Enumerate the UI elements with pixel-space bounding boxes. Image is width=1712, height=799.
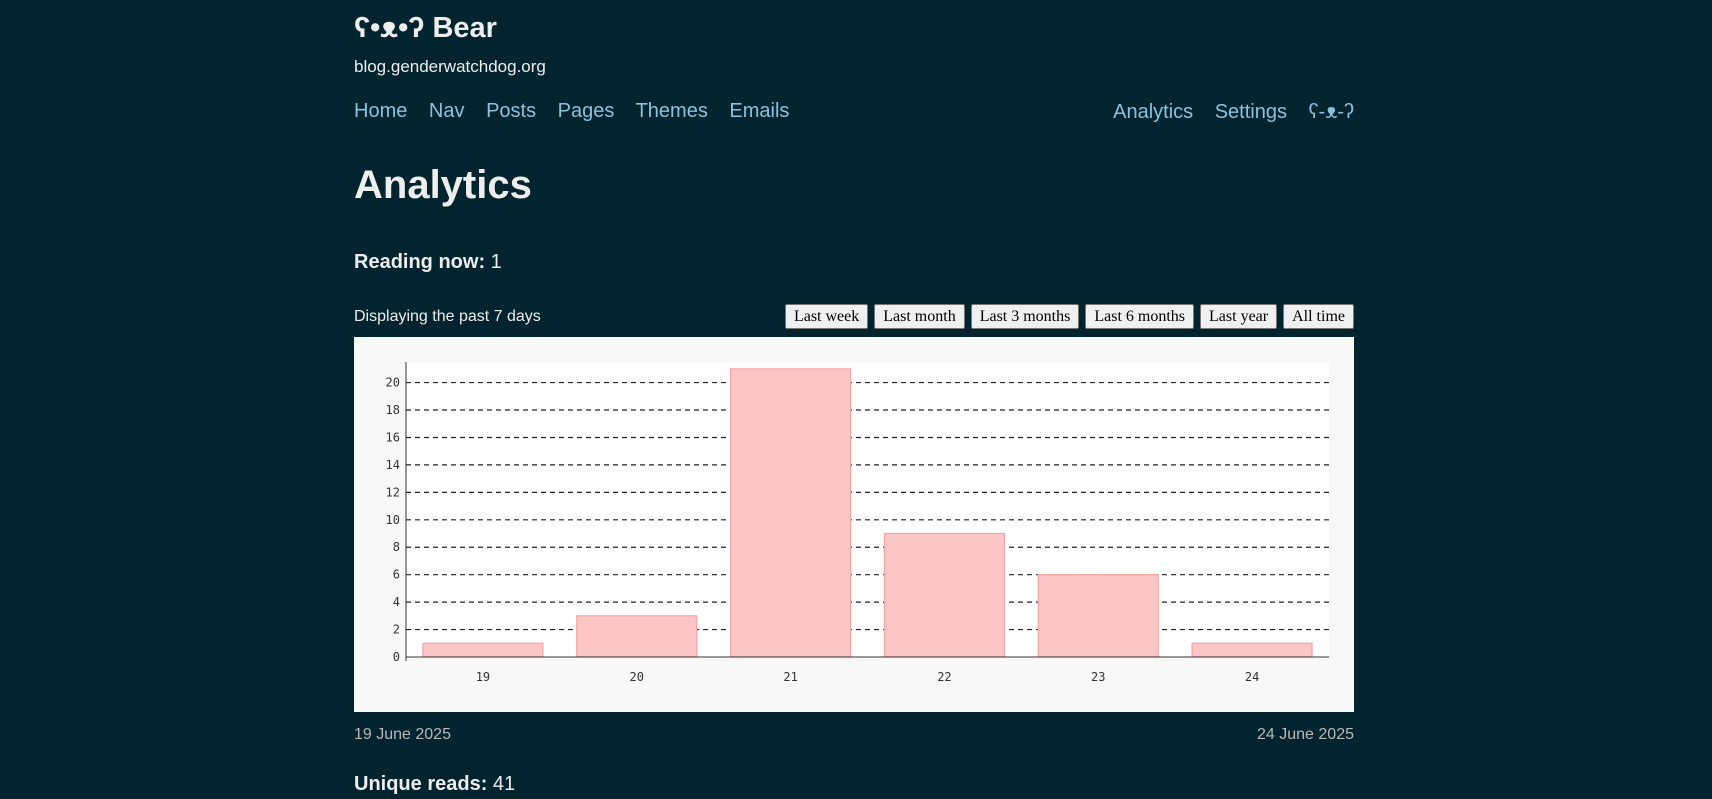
nav-account-link[interactable]: ʕ-ᴥ-ʔ <box>1309 101 1354 123</box>
unique-reads-value: 41 <box>492 773 516 795</box>
last-year-button[interactable]: Last year <box>1200 304 1278 329</box>
x-tick-label: 22 <box>937 670 951 684</box>
y-tick-label: 0 <box>393 650 400 664</box>
last-6-months-button[interactable]: Last 6 months <box>1085 304 1195 329</box>
brand-name: Bear <box>432 12 497 44</box>
nav-emails-link[interactable]: Emails <box>729 100 789 122</box>
blog-domain: blog.genderwatchdog.org <box>354 57 546 76</box>
reading-now-value: 1 <box>490 251 502 273</box>
nav-left: Home Nav Posts Pages Themes Emails <box>354 100 805 122</box>
last-month-button[interactable]: Last month <box>874 304 965 329</box>
main-nav: Home Nav Posts Pages Themes Emails Analy… <box>354 100 1354 126</box>
nav-right: Analytics Settings ʕ-ᴥ-ʔ <box>1097 101 1354 124</box>
y-tick-label: 6 <box>393 568 400 582</box>
y-tick-label: 12 <box>386 485 400 499</box>
bar <box>883 532 1006 658</box>
site-brand[interactable]: ʕ•ᴥ•ʔ Bear <box>354 12 497 45</box>
page-title: Analytics <box>354 163 532 207</box>
y-tick-label: 14 <box>386 458 400 472</box>
range-controls: Displaying the past 7 days Last week Las… <box>354 304 1354 330</box>
all-time-button[interactable]: All time <box>1283 304 1354 329</box>
unique-reads-label: Unique reads: <box>354 773 488 795</box>
y-tick-label: 16 <box>386 430 400 444</box>
chart-start-date: 19 June 2025 <box>354 726 451 743</box>
chart-date-range: 19 June 2025 24 June 2025 <box>354 726 1354 744</box>
y-tick-label: 2 <box>393 623 400 637</box>
bar <box>729 368 852 658</box>
bar <box>576 615 698 658</box>
chart-end-date: 24 June 2025 <box>1257 726 1354 743</box>
x-tick-label: 24 <box>1245 670 1259 684</box>
nav-themes-link[interactable]: Themes <box>636 100 708 122</box>
nav-settings-link[interactable]: Settings <box>1215 101 1287 123</box>
reads-chart-container: 0 2 4 6 8 10 12 14 16 18 20 19 20 21 22 23 24 <box>354 337 1354 712</box>
bar <box>1037 574 1159 658</box>
nav-home-link[interactable]: Home <box>354 100 407 122</box>
brand-face: ʕ•ᴥ•ʔ <box>354 12 425 44</box>
plot-area <box>406 362 1329 657</box>
nav-analytics-link[interactable]: Analytics <box>1113 101 1193 123</box>
last-week-button[interactable]: Last week <box>784 304 869 329</box>
nav-posts-link[interactable]: Posts <box>486 100 536 122</box>
x-tick-label: 21 <box>783 670 797 684</box>
unique-reads: Unique reads: 41 <box>354 773 515 796</box>
reads-bar-chart: 0246810121416182019 20 21 22 23 24 <box>386 362 1329 684</box>
last-3-months-button[interactable]: Last 3 months <box>970 304 1080 329</box>
display-range-text: Displaying the past 7 days <box>354 308 541 325</box>
range-button-group: Last week Last month Last 3 months Last … <box>779 304 1354 329</box>
x-tick-label: 23 <box>1091 670 1105 684</box>
reading-now: Reading now: 1 <box>354 251 502 274</box>
x-tick-label: 19 <box>476 670 490 684</box>
y-tick-label: 18 <box>386 403 400 417</box>
reading-now-label: Reading now: <box>354 251 486 273</box>
nav-nav-link[interactable]: Nav <box>429 100 465 122</box>
y-tick-label: 8 <box>393 540 400 554</box>
bar <box>1191 642 1313 658</box>
nav-pages-link[interactable]: Pages <box>558 100 615 122</box>
x-tick-label: 20 <box>630 670 644 684</box>
y-tick-label: 4 <box>393 595 400 609</box>
y-tick-label: 10 <box>386 513 400 527</box>
bar <box>422 642 544 658</box>
y-tick-label: 20 <box>386 376 400 390</box>
